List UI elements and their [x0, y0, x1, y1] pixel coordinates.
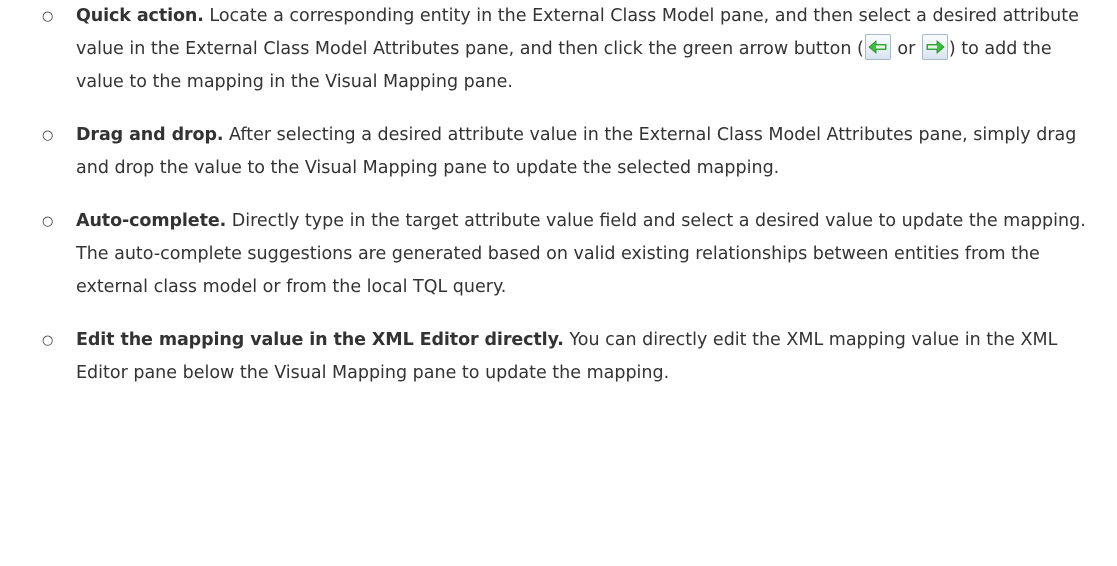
document-page: ○ Quick action. Locate a corresponding e…: [0, 0, 1117, 566]
list-item-quick-action: ○ Quick action. Locate a corresponding e…: [40, 0, 1088, 99]
item-text-or: or: [891, 39, 921, 59]
bullet-marker: ○: [42, 333, 54, 348]
right-arrow-icon: [921, 34, 948, 60]
mapping-methods-list: ○ Quick action. Locate a corresponding e…: [40, 0, 1117, 390]
list-item-drag-and-drop: ○ Drag and drop. After selecting a desir…: [40, 119, 1088, 185]
item-text: After selecting a desired attribute valu…: [76, 125, 1077, 178]
item-lead: Edit the mapping value in the XML Editor…: [76, 330, 564, 350]
bullet-marker: ○: [42, 128, 54, 143]
item-lead: Auto-complete.: [76, 211, 227, 231]
item-lead: Drag and drop.: [76, 125, 224, 145]
bullet-marker: ○: [42, 9, 54, 24]
bullet-marker: ○: [42, 214, 54, 229]
left-arrow-icon: [864, 34, 891, 60]
list-item-xml-editor: ○ Edit the mapping value in the XML Edit…: [40, 324, 1088, 390]
item-text: Directly type in the target attribute va…: [76, 211, 1086, 297]
list-item-auto-complete: ○ Auto-complete. Directly type in the ta…: [40, 205, 1088, 304]
item-lead: Quick action.: [76, 6, 204, 26]
